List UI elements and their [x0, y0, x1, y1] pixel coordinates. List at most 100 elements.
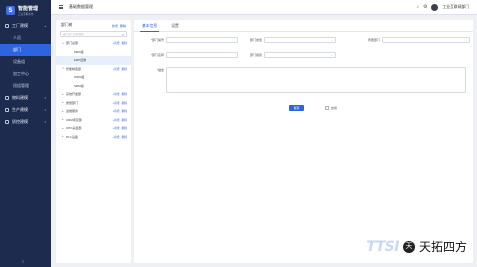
tree-node-label: PLC设备 — [66, 134, 78, 139]
nav-group-material[interactable]: 物料建模 ▾ — [0, 92, 51, 104]
caret-right-icon[interactable]: ▸ — [61, 118, 65, 121]
topbar: 基础数据管理 ♪ ⚙ 工业互联网部门 — [51, 0, 477, 15]
enable-label: 启用 — [331, 105, 338, 110]
nav-group-label: 质控建模 — [12, 119, 28, 124]
tree-node-label: 质量部门 — [66, 100, 79, 105]
dept-level-select[interactable]: ⌄ — [264, 52, 336, 58]
parent-dept-label: 所属部门 — [367, 38, 380, 42]
nav-group-factory[interactable]: 工厂建模 ▴ — [0, 20, 51, 32]
tree-search-input[interactable] — [63, 32, 122, 36]
caret-right-icon[interactable]: ▸ — [61, 110, 65, 113]
tree-node[interactable]: ▾ 智能制造部 +新增 -删除 — [56, 65, 131, 74]
tree-node-add-button[interactable]: +新增 — [113, 135, 120, 139]
nav-item-department[interactable]: 部门 — [0, 44, 51, 56]
nav-item-team[interactable]: 班组管理 — [0, 80, 51, 92]
tree-node-delete-button[interactable]: -删除 — [121, 126, 127, 130]
remark-textarea[interactable] — [166, 67, 466, 93]
tree-node-add-button[interactable]: +新增 — [113, 126, 120, 130]
caret-down-icon[interactable]: ▾ — [61, 67, 65, 70]
dept-name-label: *部门名称 — [150, 53, 164, 57]
logo-title: 智能管理 — [18, 5, 39, 12]
nav-group-quality[interactable]: 质控建模 ▾ — [0, 116, 51, 128]
tree-node-delete-button[interactable]: -删除 — [121, 109, 127, 113]
tree-node-delete-button[interactable]: -删除 — [121, 41, 127, 45]
chevron-up-icon: ▴ — [44, 24, 46, 28]
app-logo[interactable]: S 智能管理 工业互联平台 — [0, 0, 51, 20]
tree-node-label: SRM组 — [74, 83, 84, 88]
nav-group-production[interactable]: 生产建模 ▾ — [0, 104, 51, 116]
tree-node[interactable]: MES组 — [56, 48, 131, 57]
save-button[interactable]: 保存 — [289, 105, 304, 111]
dept-type-select[interactable]: ⌄ — [264, 37, 336, 43]
tree-node-add-button[interactable]: +新增 — [113, 109, 120, 113]
tree-title: 部门树 — [61, 23, 73, 27]
chevron-down-icon: ⌄ — [464, 38, 467, 42]
caret-down-icon[interactable]: ▾ — [61, 42, 65, 45]
tree-node-add-button[interactable]: +新增 — [113, 101, 120, 105]
caret-right-icon[interactable]: ▸ — [61, 93, 65, 96]
gear-icon — [5, 108, 9, 112]
tree-node[interactable]: ▸ 系统开发部 +新增 -删除 — [56, 90, 131, 99]
tree-node-label: MES组 — [74, 49, 84, 54]
enable-checkbox[interactable]: 启用 — [325, 105, 338, 110]
page-title: 基础数据管理 — [69, 4, 93, 9]
tree-node-add-button[interactable]: +新增 — [113, 41, 120, 45]
caret-right-icon[interactable]: ▸ — [61, 127, 65, 130]
checkbox-box[interactable] — [325, 105, 329, 110]
dept-code-label: *部门编号 — [150, 38, 164, 42]
avatar[interactable] — [431, 3, 439, 11]
tree-node-add-button[interactable]: +新增 — [113, 118, 120, 122]
caret-right-icon[interactable]: ▸ — [61, 135, 65, 138]
tree-node[interactable]: ERP运维 — [56, 56, 131, 65]
tree-delete-button[interactable]: 删除 — [120, 24, 126, 28]
tree-node-delete-button[interactable]: -删除 — [121, 67, 127, 71]
tree-node-add-button[interactable]: +新增 — [113, 67, 120, 71]
tree-node[interactable]: SRM组 — [56, 82, 131, 91]
tree-list: ▾ 部门总部 +新增 -删除 MES组 ERP运维 ▾ 智能制造部 +新增 -删除 WMS组 SRM组… — [56, 39, 131, 141]
notification-bell-icon[interactable]: ♪ — [416, 4, 419, 10]
tree-node[interactable]: WMS组 — [56, 73, 131, 82]
tree-node[interactable]: ▸ OPC采集部 +新增 -删除 — [56, 124, 131, 133]
tree-node-label: 智能制造部 — [66, 66, 82, 71]
caret-right-icon[interactable]: ▸ — [61, 101, 65, 104]
sidebar: S 智能管理 工业互联平台 工厂建模 ▴ 人员 部门 设备组 加工中心 班组管理… — [0, 0, 51, 267]
dept-code-input[interactable] — [166, 37, 238, 43]
tab-basic-info[interactable]: 基本信息 — [139, 20, 160, 32]
tree-node-delete-button[interactable]: -删除 — [121, 118, 127, 122]
tree-node-label: 运维服务 — [66, 109, 79, 114]
chevron-down-icon: ▾ — [44, 120, 46, 124]
tree-node-label: OPC采集部 — [66, 126, 82, 131]
search-icon[interactable]: ⌕ — [122, 32, 124, 37]
tree-node[interactable]: ▸ CRM项目部 +新增 -删除 — [56, 116, 131, 125]
tree-node[interactable]: ▸ PLC设备 +新增 -删除 — [56, 133, 131, 142]
tree-node-delete-button[interactable]: -删除 — [121, 101, 127, 105]
cube-icon — [5, 96, 9, 100]
department-form-panel: 基本信息 设置 *部门编号 部门类型 ⌄ 所属部门 ⌄ *部门名称 部门级别 ⌄… — [134, 20, 473, 263]
tree-node[interactable]: ▸ 运维服务 +新增 -删除 — [56, 107, 131, 116]
tree-node[interactable]: ▾ 部门总部 +新增 -删除 — [56, 39, 131, 48]
nav-item-personnel[interactable]: 人员 — [0, 32, 51, 44]
parent-dept-select[interactable]: ⌄ — [382, 37, 470, 43]
chevron-down-icon: ⌄ — [330, 38, 333, 42]
user-name[interactable]: 工业互联网部门 — [442, 5, 469, 10]
watermark-logo: TTSI — [366, 238, 399, 255]
tree-node-label: 系统开发部 — [66, 92, 82, 97]
watermark: TTSI 天 天拓四方 — [366, 238, 467, 255]
nav-item-equipment-group[interactable]: 设备组 — [0, 56, 51, 68]
form-tabs: 基本信息 设置 — [134, 20, 473, 32]
nav-group-label: 生产建模 — [12, 107, 28, 112]
tab-settings[interactable]: 设置 — [171, 20, 179, 31]
tree-node[interactable]: ▸ 质量部门 +新增 -删除 — [56, 99, 131, 108]
nav-item-machining-center[interactable]: 加工中心 — [0, 68, 51, 80]
settings-icon[interactable]: ⚙ — [423, 4, 427, 10]
tree-node-delete-button[interactable]: -删除 — [121, 92, 127, 96]
dept-name-input[interactable] — [166, 52, 238, 58]
tree-node-add-button[interactable]: +新增 — [113, 92, 120, 96]
tree-node-delete-button[interactable]: -删除 — [121, 135, 127, 139]
dept-level-label: 部门级别 — [249, 53, 262, 57]
collapse-sidebar-icon[interactable]: ≡ — [22, 259, 24, 264]
tree-add-button[interactable]: 新增 — [112, 24, 118, 28]
menu-toggle-icon[interactable] — [59, 5, 63, 9]
tree-node-label: 部门总部 — [66, 41, 79, 46]
logo-subtitle: 工业互联平台 — [18, 12, 34, 16]
